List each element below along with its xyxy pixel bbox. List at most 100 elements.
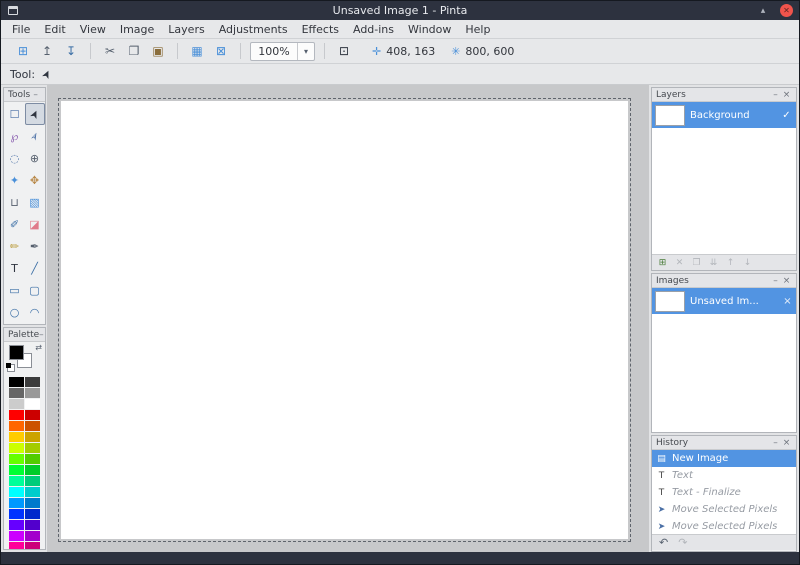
palette-swatch[interactable] <box>25 410 40 420</box>
palette-swatch[interactable] <box>25 487 40 497</box>
menu-layers[interactable]: Layers <box>161 21 211 38</box>
image-row[interactable]: Unsaved Im... × <box>652 288 796 314</box>
magic-wand-tool[interactable]: ✦ <box>5 169 25 191</box>
menu-view[interactable]: View <box>73 21 113 38</box>
palette-swatch[interactable] <box>9 520 24 530</box>
palette-swatch[interactable] <box>9 531 24 541</box>
menu-help[interactable]: Help <box>458 21 497 38</box>
cut-button[interactable]: ✂ <box>98 41 122 61</box>
history-item[interactable]: ▤ New Image <box>652 450 796 467</box>
eraser-tool[interactable]: ◪ <box>25 213 45 235</box>
paintbrush-tool[interactable]: ✐ <box>5 213 25 235</box>
save-image-button[interactable]: ↧ <box>59 41 83 61</box>
text-tool[interactable]: T <box>5 257 25 279</box>
deselect-button[interactable]: ⊠ <box>209 41 233 61</box>
palette-swatch[interactable] <box>9 443 24 453</box>
rectangle-tool[interactable]: ▭ <box>5 279 25 301</box>
palette-swatch[interactable] <box>25 454 40 464</box>
palette-swatch[interactable] <box>9 465 24 475</box>
palette-panel-collapse-icon[interactable]: – <box>39 330 44 340</box>
palette-swatch[interactable] <box>9 509 24 519</box>
palette-swatch[interactable] <box>25 421 40 431</box>
palette-swatch[interactable] <box>25 498 40 508</box>
primary-color-swatch[interactable] <box>9 345 24 360</box>
menu-file[interactable]: File <box>5 21 37 38</box>
palette-swatch[interactable] <box>9 399 24 409</box>
ellipse-select-tool[interactable]: ◌ <box>5 147 25 169</box>
redo-button[interactable]: ↷ <box>678 536 687 549</box>
move-selection-tool[interactable]: ➢ <box>25 125 45 147</box>
color-picker-tool[interactable]: ✒ <box>25 235 45 257</box>
maximize-button[interactable]: ▴ <box>756 4 770 18</box>
menu-image[interactable]: Image <box>113 21 161 38</box>
zoom-value[interactable]: 100% <box>251 45 297 58</box>
zoom-dropdown-icon[interactable]: ▾ <box>297 42 314 60</box>
menu-effects[interactable]: Effects <box>295 21 346 38</box>
menu-edit[interactable]: Edit <box>37 21 72 38</box>
palette-swatch[interactable] <box>9 542 24 549</box>
crop-to-selection-button[interactable]: ▦ <box>185 41 209 61</box>
palette-swatch[interactable] <box>25 465 40 475</box>
history-item[interactable]: ➤ Move Selected Pixels <box>652 501 796 518</box>
history-panel-minimize-icon[interactable]: – <box>770 438 781 448</box>
gradient-tool[interactable]: ▧ <box>25 191 45 213</box>
palette-swatch[interactable] <box>25 476 40 486</box>
palette-swatch[interactable] <box>25 542 40 549</box>
rounded-rectangle-tool[interactable]: ▢ <box>25 279 45 301</box>
paste-button[interactable]: ▣ <box>146 41 170 61</box>
line-curve-tool[interactable]: ╱ <box>25 257 45 279</box>
palette-swatch[interactable] <box>9 454 24 464</box>
move-selected-tool[interactable]: ➤ <box>24 103 45 125</box>
palette-swatch[interactable] <box>9 432 24 442</box>
palette-swatch[interactable] <box>9 410 24 420</box>
palette-swatch[interactable] <box>9 377 24 387</box>
layers-panel-close-icon[interactable]: × <box>781 90 792 100</box>
history-item[interactable]: ➤ Move Selected Pixels <box>652 518 796 534</box>
history-item[interactable]: T Text <box>652 467 796 484</box>
add-layer-button[interactable]: ⊞ <box>656 258 669 268</box>
images-panel-minimize-icon[interactable]: – <box>770 276 781 286</box>
pan-tool[interactable]: ✥ <box>25 169 45 191</box>
new-image-button[interactable]: ⊞ <box>11 41 35 61</box>
palette-swatch[interactable] <box>9 421 24 431</box>
layers-panel-minimize-icon[interactable]: – <box>770 90 781 100</box>
image-close-icon[interactable]: × <box>782 296 793 307</box>
move-layer-up-button[interactable]: ↑ <box>724 258 737 268</box>
actual-size-button[interactable]: ⊡ <box>332 41 356 61</box>
canvas[interactable] <box>61 101 628 539</box>
palette-swatch[interactable] <box>25 531 40 541</box>
palette-swatch[interactable] <box>9 476 24 486</box>
palette-swatch[interactable] <box>25 520 40 530</box>
paint-bucket-tool[interactable]: ⊔ <box>5 191 25 213</box>
zoom-tool[interactable]: ⊕ <box>25 147 45 169</box>
history-item[interactable]: T Text - Finalize <box>652 484 796 501</box>
ellipse-tool[interactable]: ○ <box>5 301 25 323</box>
reset-colors-icon[interactable] <box>6 363 15 372</box>
palette-swatch[interactable] <box>9 498 24 508</box>
menu-adjustments[interactable]: Adjustments <box>212 21 295 38</box>
palette-swatch[interactable] <box>25 443 40 453</box>
undo-button[interactable]: ↶ <box>659 536 668 549</box>
titlebar[interactable]: Unsaved Image 1 - Pinta ▴ ✕ <box>1 1 799 20</box>
swap-colors-icon[interactable]: ⇄ <box>35 343 42 352</box>
palette-swatch[interactable] <box>25 432 40 442</box>
merge-layer-down-button[interactable]: ⇊ <box>707 258 720 268</box>
move-layer-down-button[interactable]: ↓ <box>741 258 754 268</box>
canvas-workspace[interactable] <box>47 85 649 552</box>
open-image-button[interactable]: ↥ <box>35 41 59 61</box>
menu-add-ins[interactable]: Add-ins <box>346 21 401 38</box>
lasso-select-tool[interactable]: ℘ <box>5 125 25 147</box>
close-button[interactable]: ✕ <box>780 4 793 17</box>
zoom-combo[interactable]: 100% ▾ <box>250 41 315 61</box>
layer-row[interactable]: Background ✓ <box>652 102 796 128</box>
duplicate-layer-button[interactable]: ❐ <box>690 258 703 268</box>
palette-swatch[interactable] <box>25 509 40 519</box>
layer-visibility-checkbox[interactable]: ✓ <box>780 110 793 121</box>
tools-panel-collapse-icon[interactable]: – <box>30 90 41 100</box>
menu-window[interactable]: Window <box>401 21 458 38</box>
palette-swatch[interactable] <box>25 388 40 398</box>
rectangle-select-tool[interactable]: ☐ <box>5 103 25 125</box>
pencil-tool[interactable]: ✏ <box>5 235 25 257</box>
palette-swatch[interactable] <box>9 487 24 497</box>
history-panel-close-icon[interactable]: × <box>781 438 792 448</box>
